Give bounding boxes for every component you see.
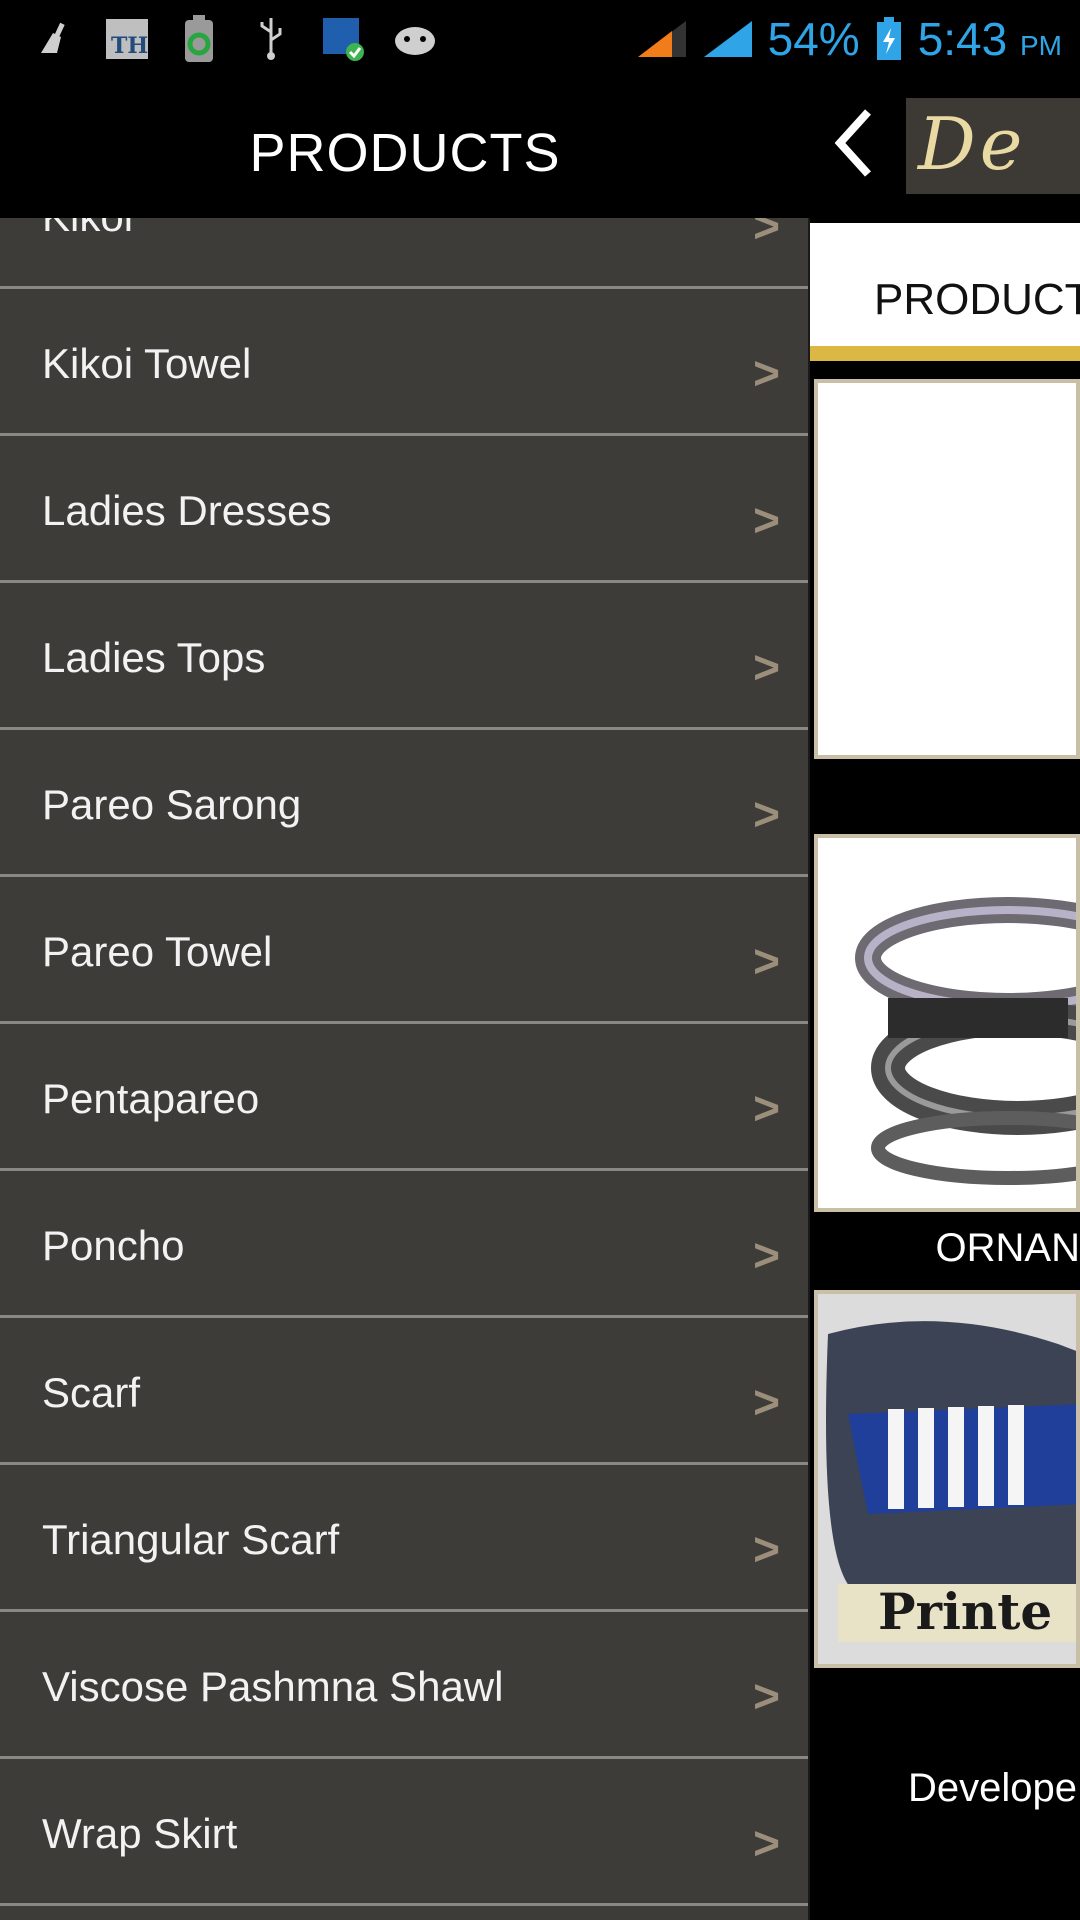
chevron-right-icon: > bbox=[753, 218, 780, 252]
drawer-item-label: Scarf bbox=[42, 1369, 141, 1416]
drawer-item[interactable]: Pareo Sarong > bbox=[0, 729, 810, 877]
battery-saver-icon bbox=[174, 14, 224, 64]
chevron-right-icon: > bbox=[753, 1229, 780, 1281]
drawer-edge bbox=[808, 218, 810, 1920]
drawer-item[interactable]: Scarf > bbox=[0, 1317, 810, 1465]
drawer-item-label: Kikoi bbox=[42, 218, 133, 241]
usb-icon bbox=[246, 14, 296, 64]
drawer-item[interactable]: Viscose Pashmna Shawl > bbox=[0, 1611, 810, 1759]
app-logo: De bbox=[906, 98, 1080, 194]
chevron-right-icon: > bbox=[753, 1082, 780, 1134]
clock: 5:43 PM bbox=[918, 12, 1062, 66]
drawer-item-label: Pareo Towel bbox=[42, 928, 273, 975]
chevron-right-icon: > bbox=[753, 347, 780, 399]
drawer-item[interactable]: Poncho > bbox=[0, 1170, 810, 1318]
footer-developer-text: Develope bbox=[908, 1766, 1078, 1810]
product-tab[interactable]: PRODUCT bbox=[810, 223, 1080, 361]
drawer-product-list[interactable]: Kikoi>Kikoi Towel>Ladies Dresses>Ladies … bbox=[0, 218, 810, 1920]
drawer-item[interactable]: Kikoi Towel > bbox=[0, 288, 810, 436]
drawer-item-label: Ladies Dresses bbox=[42, 487, 332, 534]
chevron-right-icon: > bbox=[753, 1376, 780, 1428]
android-debug-icon bbox=[390, 14, 440, 64]
drawer-item-label: Pentapareo bbox=[42, 1075, 260, 1122]
system-indicators: 54% 5:43 PM bbox=[636, 8, 1062, 70]
product-tab-label: PRODUCT bbox=[874, 275, 1080, 324]
th-app-icon: TH bbox=[102, 14, 152, 64]
drawer-item-label: Poncho bbox=[42, 1222, 185, 1269]
signal-blue-icon bbox=[703, 21, 752, 57]
cleaner-icon bbox=[30, 14, 80, 64]
drawer-item-label: Ladies Tops bbox=[42, 634, 266, 681]
drawer-item-label: Wrap Skirt bbox=[42, 1810, 238, 1857]
chevron-right-icon: > bbox=[753, 935, 780, 987]
clock-time: 5:43 bbox=[917, 13, 1008, 65]
drawer-item[interactable]: Pareo Towel > bbox=[0, 876, 810, 1024]
drawer-item[interactable]: Triangular Scarf > bbox=[0, 1464, 810, 1612]
drawer-item[interactable]: Ladies Tops > bbox=[0, 582, 810, 730]
drawer-item[interactable]: Wrap Skirt > bbox=[0, 1758, 810, 1906]
status-bar: TH 54% 5:43 PM bbox=[0, 0, 1080, 78]
printed-overlay-text: Printe bbox=[878, 1582, 1053, 1641]
card-caption-ornament: ORNAN bbox=[935, 1226, 1080, 1270]
product-card-printed[interactable]: Printe bbox=[814, 1290, 1080, 1668]
tab-underline bbox=[810, 346, 1080, 361]
product-card[interactable] bbox=[814, 379, 1080, 759]
chevron-right-icon: > bbox=[753, 1523, 780, 1575]
drawer-item-label: Viscose Pashmna Shawl bbox=[42, 1663, 504, 1710]
battery-charging-icon bbox=[876, 17, 901, 60]
drawer-item-label: Pareo Sarong bbox=[42, 781, 302, 828]
drawer-item-label: Triangular Scarf bbox=[42, 1516, 340, 1563]
chevron-right-icon: > bbox=[753, 641, 780, 693]
chevron-right-icon: > bbox=[753, 1817, 780, 1869]
drawer-header: PRODUCTS bbox=[0, 78, 810, 218]
bangle-image bbox=[855, 897, 1076, 1185]
drawer-item-label: Kikoi Towel bbox=[42, 340, 252, 387]
signal-orange-icon bbox=[637, 21, 686, 57]
notification-icons: TH bbox=[30, 14, 440, 64]
drawer-item[interactable]: Pentapareo > bbox=[0, 1023, 810, 1171]
clock-ampm: PM bbox=[1020, 30, 1062, 61]
logo-text: De bbox=[918, 102, 1027, 186]
security-shield-icon bbox=[318, 14, 368, 64]
chevron-right-icon: > bbox=[753, 494, 780, 546]
drawer-item[interactable]: Ladies Dresses > bbox=[0, 435, 810, 583]
main-content: De PRODUCT ORNAN Printe Develope bbox=[810, 78, 1080, 1920]
chevron-right-icon: > bbox=[753, 788, 780, 840]
svg-text:TH: TH bbox=[111, 33, 148, 59]
back-arrow-icon[interactable] bbox=[832, 106, 876, 180]
product-card-ornament[interactable] bbox=[814, 834, 1080, 1212]
battery-percent: 54% bbox=[767, 13, 860, 65]
drawer-item[interactable]: Kikoi > bbox=[0, 218, 810, 289]
chevron-right-icon: > bbox=[753, 1670, 780, 1722]
drawer-title: PRODUCTS bbox=[249, 123, 561, 183]
